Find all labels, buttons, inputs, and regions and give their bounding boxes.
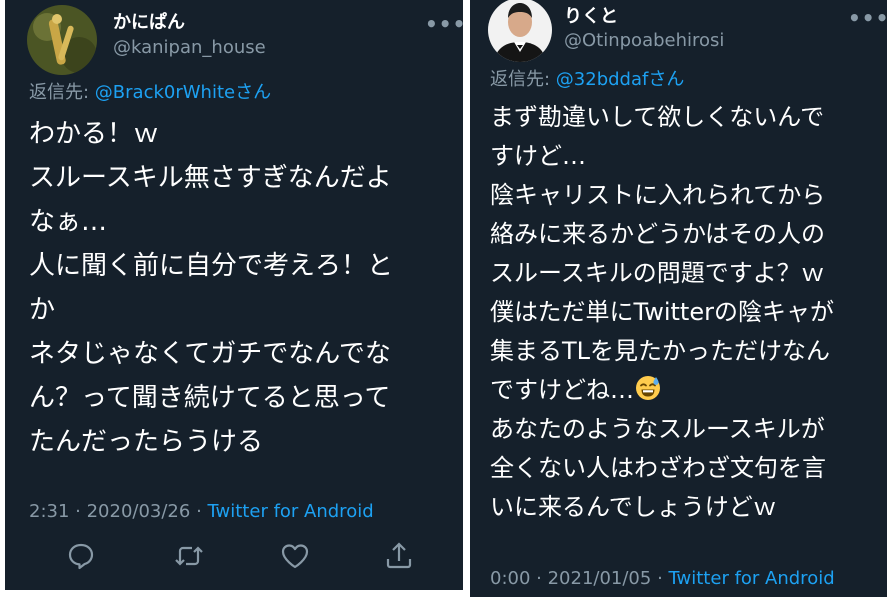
tweet-actions-bar	[53, 540, 433, 580]
tweet-text: わかる！ｗ スルースキル無さすぎなんだよ なぁ… 人に聞く前に自分で考えろ！と …	[29, 112, 393, 464]
like-icon	[281, 544, 309, 569]
display-name[interactable]: かにぱん	[113, 12, 185, 34]
tweet-text-line: スルースキル無さすぎなんだよ	[29, 163, 392, 193]
sweat-smile-emoji-icon	[636, 376, 660, 400]
tweet-meta: 0:00 · 2021/01/05 · Twitter for Android	[490, 567, 835, 591]
tweet-meta: 2:31 · 2020/03/26 · Twitter for Android	[29, 500, 374, 524]
tweet-text-line: スルースキルの問題ですよ？ｗ	[490, 259, 825, 287]
tweet-text: まず勘違いして欲しくないんで すけど… 陰キャリストに入れられてから 絡みに来る…	[490, 98, 834, 527]
tweet-text-line: まず勘違いして欲しくないんで	[490, 103, 825, 131]
more-options-icon[interactable]: •••	[848, 8, 887, 28]
reply-mention-suffix: さん	[648, 69, 685, 90]
meta-separator: ·	[69, 501, 87, 522]
reply-icon	[68, 543, 94, 570]
meta-separator: ·	[190, 501, 208, 522]
tweet-text-line: か	[29, 295, 56, 325]
tweet-text-line: 人に聞く前に自分で考えろ！と	[29, 251, 394, 281]
tweet-date[interactable]: 2020/03/26	[87, 501, 191, 522]
tweet-text-line: いに来るんでしょうけどｗ	[490, 493, 777, 521]
tweet-time[interactable]: 2:31	[29, 501, 69, 522]
left-tweet-panel: かにぱん @kanipan_house ••• 返信先: @Brack0rWhi…	[5, 0, 463, 590]
reply-mention-link[interactable]: @32bddaf	[556, 69, 649, 90]
avatar-kanipan[interactable]	[27, 5, 97, 75]
reply-to-label: 返信先:	[490, 69, 556, 90]
tweet-source-link[interactable]: Twitter for Android	[208, 501, 374, 522]
share-icon	[386, 542, 412, 569]
like-button[interactable]	[279, 540, 319, 580]
share-button[interactable]	[383, 540, 423, 580]
retweet-icon	[175, 546, 203, 566]
tweet-text-line: たんだったらうける	[29, 427, 264, 457]
tweet-text-line: 全くない人はわざわざ文句を言	[490, 454, 826, 482]
tweet-time[interactable]: 0:00	[490, 568, 530, 589]
tweet-text-line: 絡みに来るかどうかはその人の	[490, 220, 826, 248]
tweet-text-line: 僕はただ単にTwitterの陰キャが	[490, 298, 834, 326]
reply-mention-suffix: さん	[235, 82, 272, 103]
reply-to-line: 返信先: @32bddafさん	[490, 68, 684, 92]
tweet-text-fragment: ですけどね…	[490, 376, 634, 404]
meta-separator: ·	[651, 568, 669, 589]
tweet-text-line: すけど…	[490, 142, 586, 170]
more-options-icon[interactable]: •••	[425, 14, 463, 34]
right-tweet-panel: りくと @Otinpoabehirosi ••• 返信先: @32bddafさん…	[470, 0, 887, 597]
meta-separator: ·	[530, 568, 548, 589]
retweet-button[interactable]	[173, 540, 213, 580]
reply-to-line: 返信先: @Brack0rWhiteさん	[29, 81, 271, 105]
user-handle[interactable]: @kanipan_house	[113, 37, 266, 59]
tweet-source-link[interactable]: Twitter for Android	[669, 568, 835, 589]
reply-to-label: 返信先:	[29, 82, 95, 103]
tweet-text-line-with-emoji: ですけどね…	[490, 371, 834, 410]
tweet-text-line: ネタじゃなくてガチでなんでな	[29, 339, 391, 369]
tweet-text-line: 陰キャリストに入れられてから	[490, 181, 826, 209]
tweet-text-line: 集まるTLを見たかっただけなん	[490, 337, 831, 365]
tweet-text-line: ん？って聞き続けてると思って	[29, 383, 391, 413]
tweet-date[interactable]: 2021/01/05	[548, 568, 652, 589]
reply-mention-link[interactable]: @Brack0rWhite	[95, 82, 235, 103]
tweet-text-line: わかる！ｗ	[29, 119, 160, 149]
display-name[interactable]: りくと	[564, 6, 618, 28]
avatar-rikuto[interactable]	[488, 0, 552, 62]
tweet-text-line: あなたのようなスルースキルが	[490, 415, 825, 443]
tweet-text-line: なぁ…	[29, 207, 108, 237]
user-handle[interactable]: @Otinpoabehirosi	[564, 30, 724, 52]
reply-button[interactable]	[65, 540, 105, 580]
